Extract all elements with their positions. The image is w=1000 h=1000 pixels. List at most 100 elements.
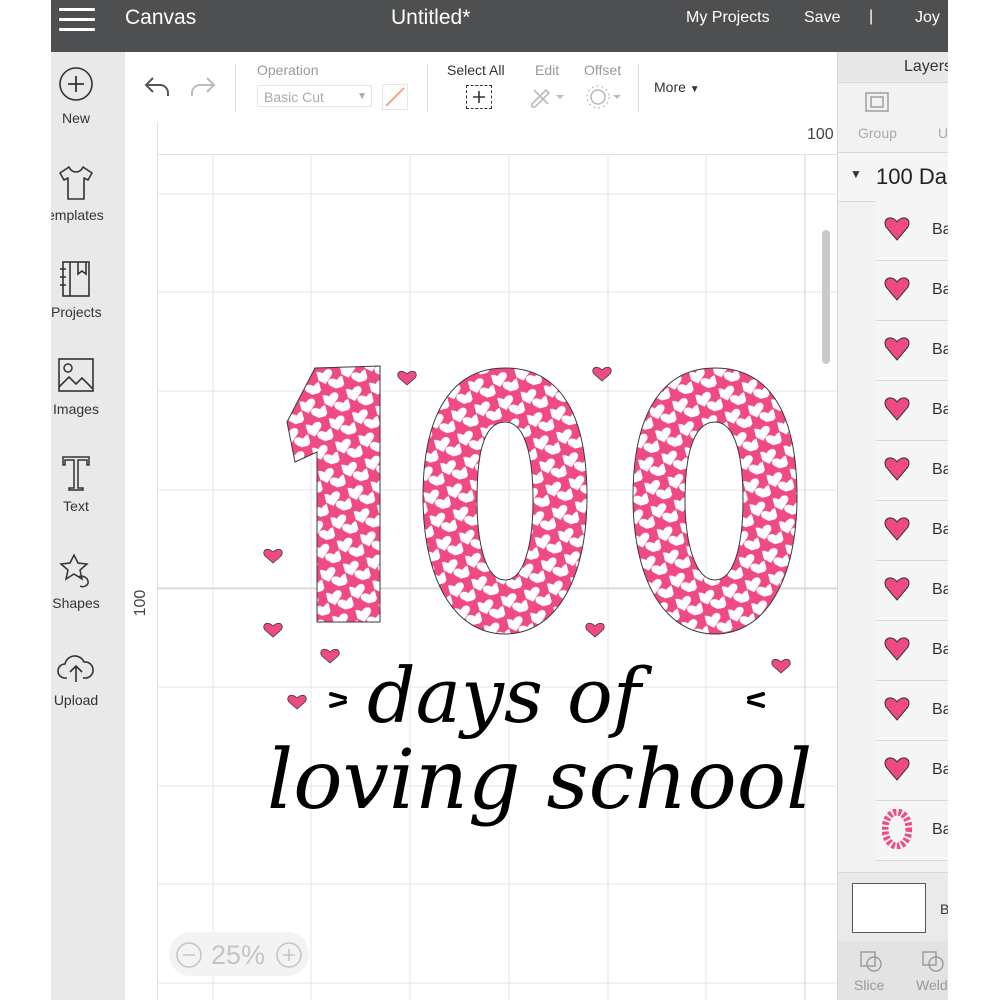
layer-thumb-heart	[882, 754, 912, 784]
image-icon	[56, 357, 96, 397]
toolbar-divider	[638, 64, 639, 112]
edit-tools-icon[interactable]	[528, 84, 568, 115]
app-window: Canvas Untitled* My Projects Save | Joy …	[51, 0, 948, 1000]
operation-label: Operation	[257, 62, 319, 78]
sidebar-item-text[interactable]: Text	[51, 454, 101, 514]
group-label: Group	[858, 125, 897, 141]
linetype-color-swatch[interactable]	[382, 84, 408, 110]
layer-row[interactable]: Ba	[876, 681, 948, 741]
sidebar-item-label: Shapes	[52, 595, 100, 611]
sidebar-item-label: Projects	[51, 304, 102, 320]
select-all-button[interactable]	[466, 85, 492, 109]
layer-thumb-heart	[882, 574, 912, 604]
sidebar-item-new[interactable]: New	[51, 66, 101, 126]
layer-row[interactable]: Ba	[876, 381, 948, 441]
layer-row[interactable]: Ba	[876, 441, 948, 501]
group-tools: Group U	[838, 82, 948, 152]
design-artwork[interactable]: days of loving school	[125, 122, 837, 1000]
user-menu[interactable]: Joy	[915, 9, 940, 27]
layer-row[interactable]: Ba	[876, 561, 948, 621]
layer-name: Ba	[932, 581, 948, 598]
sidebar-item-label: Text	[63, 498, 89, 514]
left-sidebar: New emplates Projects Images Text Shapes…	[51, 52, 125, 1000]
group-icon	[865, 92, 889, 112]
layer-thumb-zero	[881, 808, 913, 850]
edit-toolbar: Operation Basic Cut ▼ Select All Edit Of…	[125, 52, 837, 123]
sidebar-item-label: emplates	[51, 207, 104, 223]
sidebar-item-upload[interactable]: Upload	[51, 648, 101, 708]
undo-icon[interactable]	[143, 74, 173, 105]
slice-icon[interactable]	[858, 949, 884, 978]
layer-row[interactable]: Ba	[876, 501, 948, 561]
design-canvas[interactable]: 100 100 days of loving school 25%	[125, 122, 837, 1000]
layer-name: Ba	[932, 461, 948, 478]
sidebar-item-projects[interactable]: Projects	[51, 260, 102, 320]
layer-thumb-heart	[882, 214, 912, 244]
caret-down-icon: ▼	[689, 84, 700, 95]
sidebar-item-templates[interactable]: emplates	[51, 163, 104, 223]
weld-icon[interactable]	[920, 949, 946, 978]
select-all-label: Select All	[447, 62, 505, 78]
zoom-in-button[interactable]	[275, 941, 303, 974]
layer-thumb-heart	[882, 454, 912, 484]
layer-row[interactable]: Ba	[876, 741, 948, 801]
layer-name: Ba	[932, 341, 948, 358]
layer-thumb-heart	[882, 694, 912, 724]
layer-name: Ba	[932, 641, 948, 658]
offset-icon[interactable]	[585, 84, 625, 115]
layer-row[interactable]: Ba	[876, 621, 948, 681]
canvas-color-swatch[interactable]	[852, 883, 926, 933]
layer-name: Ba	[932, 221, 948, 238]
blank-canvas-label: B	[940, 901, 948, 917]
save-button[interactable]: Save	[804, 9, 840, 27]
header-separator: |	[869, 8, 874, 25]
weld-label[interactable]: Weld	[916, 977, 948, 993]
my-projects-link[interactable]: My Projects	[686, 9, 770, 27]
text-t-icon	[56, 454, 96, 494]
layer-thumb-heart	[882, 274, 912, 304]
layer-name: Ba	[932, 701, 948, 718]
layer-thumb-heart	[882, 334, 912, 364]
slice-label[interactable]: Slice	[854, 977, 884, 993]
vertical-scrollbar[interactable]	[822, 230, 830, 364]
sidebar-item-images[interactable]: Images	[51, 357, 101, 417]
design-line2: loving school	[267, 733, 812, 828]
toolbar-divider	[427, 64, 428, 112]
chevron-down-icon: ▼	[357, 91, 367, 102]
layer-name: Ba	[932, 281, 948, 298]
group-button[interactable]	[862, 90, 892, 121]
edit-label: Edit	[535, 62, 560, 78]
layer-row[interactable]: Ba	[876, 261, 948, 321]
layer-name: Ba	[932, 521, 948, 538]
tshirt-icon	[56, 163, 96, 203]
layer-group-name: 100 Da	[876, 164, 947, 189]
plus-circle-icon	[56, 66, 96, 106]
layer-name: Ba	[932, 761, 948, 778]
big-number-100	[286, 365, 798, 635]
redo-icon[interactable]	[187, 74, 217, 105]
operation-select[interactable]: Basic Cut ▼	[257, 85, 372, 107]
layer-thumb-heart	[882, 634, 912, 664]
app-name: Canvas	[125, 6, 197, 29]
layer-row[interactable]: Ba	[876, 321, 948, 381]
cloud-upload-icon	[56, 648, 96, 688]
menu-icon[interactable]	[59, 8, 95, 32]
layer-name: Ba	[932, 821, 948, 838]
operation-value: Basic Cut	[264, 89, 324, 105]
document-title[interactable]: Untitled*	[391, 6, 470, 30]
layer-group-header[interactable]: ▼ 100 Da	[838, 152, 948, 202]
layer-row[interactable]: Ba	[876, 801, 948, 861]
sidebar-item-label: New	[61, 110, 90, 126]
caret-down-icon[interactable]: ▼	[850, 167, 862, 181]
layer-row[interactable]: Ba	[876, 201, 948, 261]
layer-name: Ba	[932, 401, 948, 418]
ungroup-label[interactable]: U	[938, 125, 948, 141]
sidebar-item-label: Images	[53, 401, 99, 417]
more-button[interactable]: More ▼	[654, 79, 700, 95]
toolbar-divider	[235, 64, 236, 112]
layers-title: Layers	[904, 58, 948, 75]
zoom-out-button[interactable]	[175, 941, 203, 974]
zoom-level: 25%	[211, 940, 266, 970]
sidebar-item-shapes[interactable]: Shapes	[51, 551, 101, 611]
layer-thumb-heart	[882, 514, 912, 544]
